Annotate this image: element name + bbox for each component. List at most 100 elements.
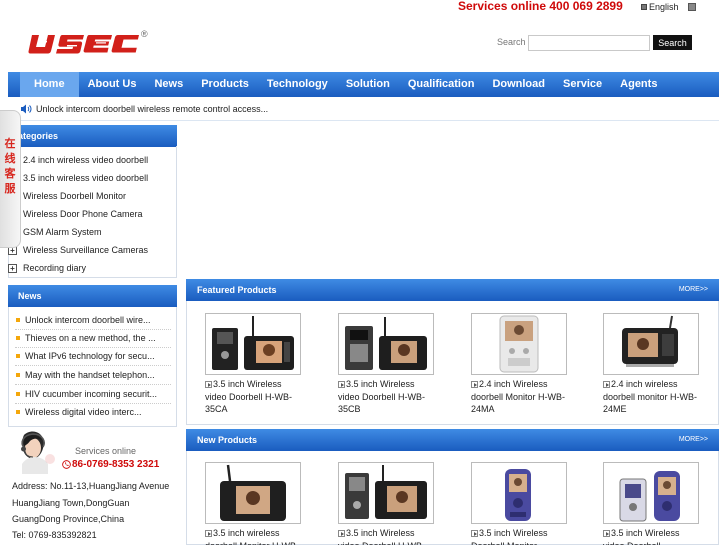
product-name[interactable]: 2.4 inch Wireless doorbell Monitor H-WB-… — [471, 378, 567, 416]
category-item[interactable]: +GSM Alarm System — [8, 227, 102, 237]
product-card[interactable]: 2.4 inch Wireless doorbell Monitor H-WB-… — [471, 313, 567, 416]
product-image[interactable] — [471, 313, 567, 375]
search-button[interactable]: Search — [653, 35, 692, 50]
nav-qualification[interactable]: Qualification — [399, 72, 484, 97]
tab-char: 客 — [4, 168, 16, 180]
category-label: Recording diary — [23, 263, 87, 273]
news-label: What IPv6 technology for secu... — [25, 351, 155, 361]
contact-phone-number: 86-0769-8353 2321 — [72, 459, 160, 470]
nav-products[interactable]: Products — [192, 72, 258, 97]
featured-more-link[interactable]: MORE>> — [679, 279, 708, 301]
product-card[interactable]: 3.5 inch wireless doorbell Monitor H-WB- — [205, 462, 301, 545]
product-card[interactable]: 3.5 inch Wireless video Doorbell H-WB-35… — [205, 313, 301, 416]
arrow-icon — [205, 530, 212, 537]
arrow-icon — [338, 381, 345, 388]
product-name-text: 3.5 inch wireless doorbell Monitor H-WB- — [205, 528, 299, 545]
category-label: 3.5 inch wireless video doorbell — [23, 173, 149, 183]
category-item[interactable]: +3.5 inch wireless video doorbell — [8, 173, 148, 183]
product-card[interactable]: 2.4 inch wireless doorbell monitor H-WB-… — [603, 313, 699, 416]
product-image[interactable] — [205, 462, 301, 524]
product-name-text: 2.4 inch wireless doorbell monitor H-WB-… — [603, 379, 698, 414]
product-image[interactable] — [603, 462, 699, 524]
new-products-more-link[interactable]: MORE>> — [679, 429, 708, 451]
news-item[interactable]: May with the handset telephon... — [16, 370, 155, 380]
product-name-text: 2.4 inch Wireless doorbell Monitor H-WB-… — [471, 379, 566, 414]
product-name-text: 3.5 inch Wireless video Doorbell H-WB-35… — [338, 379, 426, 414]
tab-char: 在 — [4, 138, 16, 150]
news-item[interactable]: Wireless digital video interc... — [16, 407, 142, 417]
contact-phone[interactable]: 86-0769-8353 2321 — [62, 459, 159, 470]
product-name[interactable]: 3.5 inch Wireless Doorbell Monitor — [471, 527, 567, 545]
product-name[interactable]: 2.4 inch wireless doorbell monitor H-WB-… — [603, 378, 699, 416]
speaker-icon — [21, 104, 32, 114]
services-online-hotline: Services online 400 069 2899 — [458, 0, 623, 13]
news-ticker[interactable]: Unlock intercom doorbell wireless remote… — [20, 104, 268, 114]
bullet-icon — [16, 392, 20, 396]
usec-logo[interactable] — [28, 33, 140, 55]
category-item[interactable]: +2.4 inch wireless video doorbell — [8, 155, 148, 165]
bullet-icon — [16, 410, 20, 414]
bullet-icon — [16, 318, 20, 322]
product-name[interactable]: 3.5 inch wireless doorbell Monitor H-WB- — [205, 527, 301, 545]
product-name-text: 3.5 inch Wireless video Doorbell H-WB- — [338, 528, 425, 545]
nav-solution[interactable]: Solution — [337, 72, 399, 97]
news-label: Thieves on a new method, the ... — [25, 333, 156, 343]
news-header: News — [8, 285, 177, 307]
product-image[interactable] — [205, 313, 301, 375]
contact-services-online: Services online — [75, 446, 137, 456]
divider — [15, 347, 171, 348]
phone-icon — [62, 460, 71, 469]
main-nav: Home About Us News Products Technology S… — [8, 72, 719, 97]
product-image[interactable] — [603, 313, 699, 375]
product-image[interactable] — [338, 462, 434, 524]
product-image[interactable] — [471, 462, 567, 524]
bullet-icon — [16, 354, 20, 358]
category-item[interactable]: +Wireless Door Phone Camera — [8, 209, 143, 219]
category-item[interactable]: + Recording diary — [8, 263, 86, 273]
product-name[interactable]: 3.5 inch Wireless video Doorbell H-WB-35… — [205, 378, 301, 416]
nav-download[interactable]: Download — [483, 72, 554, 97]
divider — [8, 120, 719, 121]
nav-news[interactable]: News — [145, 72, 192, 97]
nav-service[interactable]: Service — [554, 72, 611, 97]
search-input[interactable] — [528, 35, 650, 51]
contact-address-line: HuangJiang Town,DongGuan — [12, 498, 130, 508]
banner-area — [186, 125, 719, 275]
contact-address-line: Address: No.11-13,HuangJiang Avenue — [12, 481, 170, 491]
new-products-header: New Products MORE>> — [186, 429, 719, 451]
featured-products-title: Featured Products — [197, 285, 277, 295]
contact-address-line: GuangDong Province,China — [12, 514, 125, 524]
featured-products-header: Featured Products MORE>> — [186, 279, 719, 301]
arrow-icon — [471, 530, 478, 537]
language-switch-icon[interactable] — [688, 3, 696, 11]
news-item[interactable]: Unlock intercom doorbell wire... — [16, 315, 151, 325]
news-item[interactable]: Thieves on a new method, the ... — [16, 333, 156, 343]
news-item[interactable]: HIV cucumber incoming securit... — [16, 389, 157, 399]
product-card[interactable]: 3.5 inch Wireless video Doorbell H-WB-35… — [338, 313, 434, 416]
nav-about-us[interactable]: About Us — [79, 72, 146, 97]
product-card[interactable]: 3.5 inch Wireless video Doorbell — [603, 462, 699, 545]
arrow-icon — [603, 381, 610, 388]
product-card[interactable]: 3.5 inch Wireless video Doorbell H-WB- — [338, 462, 434, 545]
nav-home[interactable]: Home — [20, 72, 79, 97]
product-name[interactable]: 3.5 inch Wireless video Doorbell — [603, 527, 699, 545]
product-name[interactable]: 3.5 inch Wireless video Doorbell H-WB- — [338, 527, 434, 545]
nav-technology[interactable]: Technology — [258, 72, 337, 97]
product-name-text: 3.5 inch Wireless video Doorbell H-WB-35… — [205, 379, 293, 414]
news-item[interactable]: What IPv6 technology for secu... — [16, 351, 155, 361]
product-name[interactable]: 3.5 inch Wireless video Doorbell H-WB-35… — [338, 378, 434, 416]
product-image[interactable] — [338, 313, 434, 375]
category-item[interactable]: +Wireless Doorbell Monitor — [8, 191, 126, 201]
ticker-text: Unlock intercom doorbell wireless remote… — [36, 104, 269, 114]
category-item[interactable]: + Wireless Surveillance Cameras — [8, 245, 148, 255]
divider — [15, 365, 171, 366]
tab-char: 线 — [4, 153, 16, 165]
product-card[interactable]: 3.5 inch Wireless Doorbell Monitor — [471, 462, 567, 545]
language-english[interactable]: English — [641, 2, 679, 12]
online-service-tab[interactable]: 在 线 客 服 — [0, 110, 21, 248]
customer-service-avatar — [21, 431, 55, 474]
category-label: Wireless Door Phone Camera — [23, 209, 143, 219]
nav-agents[interactable]: Agents — [611, 72, 666, 97]
divider — [15, 329, 171, 330]
arrow-icon — [338, 530, 345, 537]
